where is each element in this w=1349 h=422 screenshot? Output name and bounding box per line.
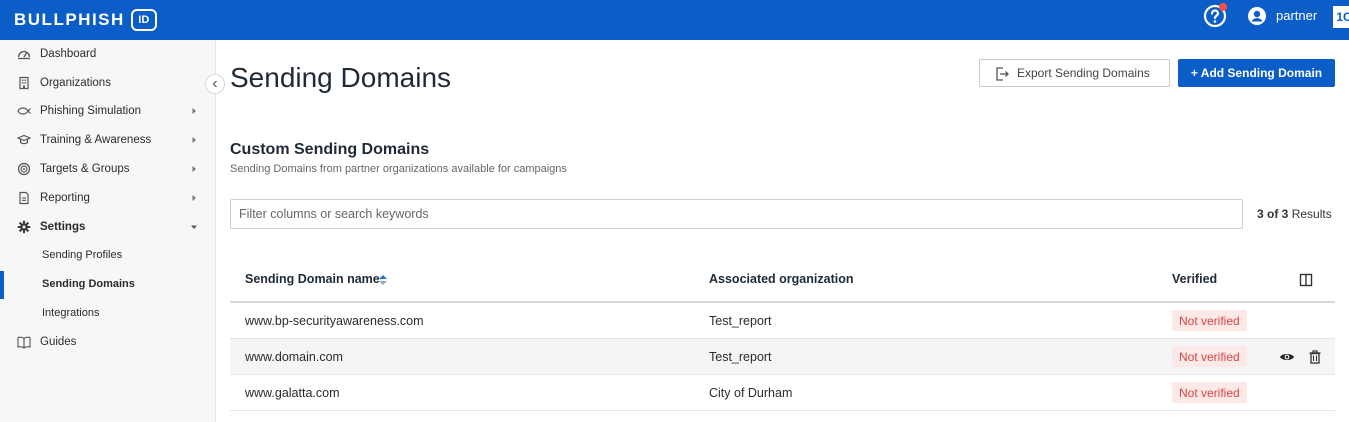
building-icon <box>19 76 29 90</box>
results-count-value: 3 of 3 <box>1257 207 1289 221</box>
sidebar-item-label: Dashboard <box>40 48 97 60</box>
sidebar-item-label: Reporting <box>40 192 90 204</box>
user-name[interactable]: partner <box>1276 8 1317 23</box>
section-title: Custom Sending Domains <box>230 141 430 158</box>
user-avatar-icon[interactable] <box>1247 6 1267 26</box>
graduation-cap-icon <box>17 134 31 145</box>
phishing-hook-icon <box>17 107 31 115</box>
view-eye-icon[interactable] <box>1279 349 1295 365</box>
export-button-label: Export Sending Domains <box>1017 66 1150 80</box>
sidebar-item-training-awareness[interactable]: Training & Awareness <box>0 126 215 154</box>
notification-dot <box>1219 3 1227 11</box>
organization-cell: Test_report <box>709 350 772 364</box>
chevron-right-icon <box>192 195 196 201</box>
top-bar: BULLPHISH ID partner 1C <box>0 0 1349 40</box>
sidebar-item-label: Organizations <box>40 77 111 89</box>
gear-icon <box>17 220 31 234</box>
export-sending-domains-button[interactable]: Export Sending Domains <box>979 59 1170 87</box>
sidebar-subitem-integrations[interactable]: Integrations <box>0 299 215 327</box>
brand-badge: ID <box>130 9 157 31</box>
sidebar-subitem-sending-profiles[interactable]: Sending Profiles <box>0 241 215 269</box>
chevron-right-icon <box>192 108 196 114</box>
sidebar-item-reporting[interactable]: Reporting <box>0 184 215 212</box>
sidebar-item-settings[interactable]: Settings <box>0 213 215 241</box>
sidebar-subitem-sending-domains[interactable]: Sending Domains <box>0 270 215 298</box>
organization-cell: City of Durham <box>709 386 793 400</box>
app-switcher-badge[interactable]: 1C <box>1333 6 1349 28</box>
status-badge: Not verified <box>1172 346 1247 367</box>
report-icon <box>19 191 29 205</box>
page-title: Sending Domains <box>230 62 452 93</box>
table-row[interactable]: www.bp-securityawareness.com Test_report… <box>230 303 1335 339</box>
column-header-organization[interactable]: Associated organization <box>709 272 853 286</box>
chevron-right-icon <box>192 137 196 143</box>
brand-logo[interactable]: BULLPHISH ID <box>14 8 157 32</box>
results-label: Results <box>1291 207 1332 221</box>
target-icon <box>17 162 31 176</box>
export-icon <box>996 67 1009 81</box>
columns-toggle-icon[interactable] <box>1299 273 1313 287</box>
sidebar-item-dashboard[interactable]: Dashboard <box>0 40 215 68</box>
sidebar-item-label: Phishing Simulation <box>40 105 142 117</box>
sidebar-collapse-button[interactable] <box>205 74 225 94</box>
status-badge: Not verified <box>1172 382 1247 403</box>
sidebar-item-phishing-simulation[interactable]: Phishing Simulation <box>0 97 215 125</box>
domain-cell: www.bp-securityawareness.com <box>245 314 424 328</box>
sidebar-subitem-label: Integrations <box>42 307 100 319</box>
brand-name: BULLPHISH <box>14 10 125 29</box>
add-sending-domain-button[interactable]: + Add Sending Domain <box>1178 59 1335 87</box>
book-icon <box>17 336 31 349</box>
chevron-left-icon <box>212 80 217 88</box>
column-header-verified[interactable]: Verified <box>1172 272 1217 286</box>
chevron-right-icon <box>192 166 196 172</box>
dashboard-icon <box>17 50 31 60</box>
status-badge: Not verified <box>1172 310 1247 331</box>
filter-search-input[interactable] <box>230 199 1243 229</box>
sidebar-item-label: Training & Awareness <box>40 134 152 146</box>
chevron-down-icon <box>191 225 197 229</box>
sort-icon[interactable] <box>378 274 388 286</box>
table-row[interactable]: www.domain.com Test_report Not verified <box>230 339 1335 375</box>
sidebar-subitem-label: Sending Profiles <box>42 249 123 261</box>
domain-cell: www.galatta.com <box>245 386 340 400</box>
table-row[interactable]: www.galatta.com City of Durham Not verif… <box>230 375 1335 411</box>
organization-cell: Test_report <box>709 314 772 328</box>
results-count: 3 of 3 Results <box>1257 207 1332 221</box>
sidebar-subitem-label: Sending Domains <box>42 278 135 290</box>
sidebar-item-label: Settings <box>40 221 86 233</box>
delete-trash-icon[interactable] <box>1307 349 1323 365</box>
sidebar-item-targets-groups[interactable]: Targets & Groups <box>0 155 215 183</box>
sidebar-item-guides[interactable]: Guides <box>0 328 215 356</box>
column-header-domain[interactable]: Sending Domain name <box>245 272 380 286</box>
sidebar-item-label: Guides <box>40 336 77 348</box>
sidebar-item-label: Targets & Groups <box>40 163 130 175</box>
sidebar-item-organizations[interactable]: Organizations <box>0 69 215 97</box>
section-subtitle: Sending Domains from partner organizatio… <box>230 163 567 175</box>
domain-cell: www.domain.com <box>245 350 343 364</box>
sidebar: Dashboard Organizations Phishing Simulat… <box>0 40 216 422</box>
